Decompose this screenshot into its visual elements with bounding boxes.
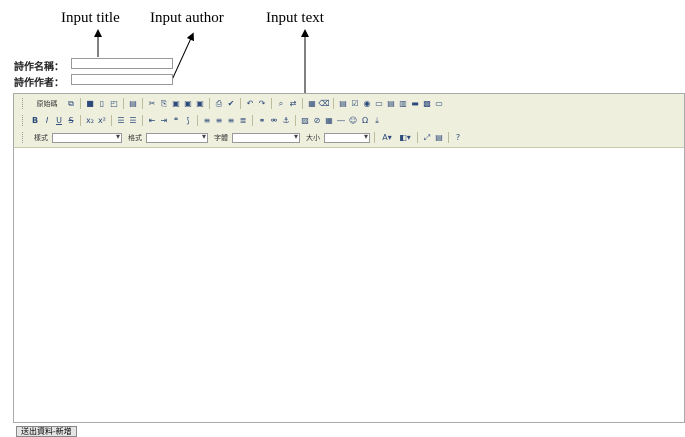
templates-icon[interactable]: ⧉ <box>66 99 76 109</box>
annotation-input-title: Input title <box>61 10 120 26</box>
toolbar-row-3: 樣式 格式 字體 大小 A▾ ◧▾ ⤢ ▤ ? <box>22 130 684 145</box>
link-icon[interactable]: ⚭ <box>257 116 267 126</box>
outdent-icon[interactable]: ⇤ <box>147 116 157 126</box>
align-justify-icon[interactable]: ≣ <box>238 116 248 126</box>
horizontal-rule-icon[interactable]: ― <box>336 116 346 126</box>
rich-text-editor: 原始碼 ⧉ ■ ▯ ◰ ▤ ✂ ⎘ ▣ ▣ ▣ ⎙ ✔ ↶ ↷ ⌕ ⇄ ▦ ⌫ <box>13 93 685 423</box>
annotation-input-author: Input author <box>150 10 224 26</box>
author-label: 詩作作者： <box>14 78 64 89</box>
save-icon[interactable]: ■ <box>85 99 95 109</box>
toolbar-row-1: 原始碼 ⧉ ■ ▯ ◰ ▤ ✂ ⎘ ▣ ▣ ▣ ⎙ ✔ ↶ ↷ ⌕ ⇄ ▦ ⌫ <box>22 96 684 111</box>
new-page-icon[interactable]: ▯ <box>97 99 107 109</box>
replace-icon[interactable]: ⇄ <box>288 99 298 109</box>
size-select[interactable] <box>324 132 370 143</box>
smiley-icon[interactable]: ☺ <box>348 116 358 126</box>
style-select[interactable] <box>52 132 122 143</box>
copy-icon[interactable]: ⎘ <box>159 99 169 109</box>
special-char-icon[interactable]: Ω <box>360 116 370 126</box>
anchor-icon[interactable]: ⚓ <box>281 116 291 126</box>
unlink-icon[interactable]: ⚮ <box>269 116 279 126</box>
annotation-input-text: Input text <box>266 10 324 26</box>
print-icon[interactable]: ⎙ <box>214 99 224 109</box>
submit-button[interactable]: 送出資料-新增 <box>16 426 77 437</box>
cut-icon[interactable]: ✂ <box>147 99 157 109</box>
title-input[interactable] <box>71 58 173 69</box>
find-icon[interactable]: ⌕ <box>276 99 286 109</box>
div-icon[interactable]: ⟆ <box>183 116 193 126</box>
flash-icon[interactable]: ⊘ <box>312 116 322 126</box>
superscript-icon[interactable]: x² <box>97 116 107 126</box>
button-field-icon[interactable]: ▬ <box>410 99 420 109</box>
blockquote-icon[interactable]: ❝ <box>171 116 181 126</box>
author-input[interactable] <box>71 74 173 85</box>
editor-text-area[interactable] <box>14 148 684 422</box>
document-icon[interactable]: ▤ <box>128 99 138 109</box>
paste-word-icon[interactable]: ▣ <box>195 99 205 109</box>
radio-icon[interactable]: ◉ <box>362 99 372 109</box>
subscript-icon[interactable]: x₂ <box>85 116 95 126</box>
select-field-icon[interactable]: ▥ <box>398 99 408 109</box>
remove-format-icon[interactable]: ⌫ <box>318 99 329 109</box>
checkbox-icon[interactable]: ☑ <box>350 99 360 109</box>
about-icon[interactable]: ? <box>453 133 463 143</box>
toolbar-grip <box>22 98 26 109</box>
image-button-icon[interactable]: ▩ <box>422 99 432 109</box>
undo-icon[interactable]: ↶ <box>245 99 255 109</box>
paste-text-icon[interactable]: ▣ <box>183 99 193 109</box>
title-label: 詩作名稱： <box>14 62 64 73</box>
hidden-field-icon[interactable]: ▭ <box>434 99 444 109</box>
align-center-icon[interactable]: ≡ <box>214 116 224 126</box>
preview-icon[interactable]: ◰ <box>109 99 119 109</box>
arrow-to-author <box>170 32 194 83</box>
textarea-icon[interactable]: ▤ <box>386 99 396 109</box>
bold-icon[interactable]: B <box>30 116 40 126</box>
spellcheck-icon[interactable]: ✔ <box>226 99 236 109</box>
image-icon[interactable]: ▨ <box>300 116 310 126</box>
source-button[interactable]: 原始碼 <box>30 99 64 109</box>
bg-color-icon[interactable]: ◧▾ <box>397 133 413 143</box>
italic-icon[interactable]: I <box>42 116 52 126</box>
underline-icon[interactable]: U <box>54 116 64 126</box>
align-left-icon[interactable]: ≡ <box>202 116 212 126</box>
format-select[interactable] <box>146 132 208 143</box>
show-blocks-icon[interactable]: ▤ <box>434 133 444 143</box>
align-right-icon[interactable]: ≡ <box>226 116 236 126</box>
size-label: 大小 <box>306 134 320 142</box>
page-break-icon[interactable]: ⤓ <box>372 116 382 126</box>
font-label: 字體 <box>214 134 228 142</box>
numbered-list-icon[interactable]: ☰ <box>116 116 126 126</box>
indent-icon[interactable]: ⇥ <box>159 116 169 126</box>
text-color-icon[interactable]: A▾ <box>379 133 395 143</box>
textfield-icon[interactable]: ▭ <box>374 99 384 109</box>
font-select[interactable] <box>232 132 300 143</box>
strike-icon[interactable]: S <box>66 116 76 126</box>
maximize-icon[interactable]: ⤢ <box>422 133 432 143</box>
table-icon[interactable]: ▦ <box>324 116 334 126</box>
form-icon[interactable]: ▤ <box>338 99 348 109</box>
editor-toolbar: 原始碼 ⧉ ■ ▯ ◰ ▤ ✂ ⎘ ▣ ▣ ▣ ⎙ ✔ ↶ ↷ ⌕ ⇄ ▦ ⌫ <box>14 94 684 148</box>
toolbar-row-2: B I U S x₂ x² ☰ ☰ ⇤ ⇥ ❝ ⟆ ≡ ≡ ≡ ≣ ⚭ ⚮ ⚓ … <box>22 113 684 128</box>
style-label: 樣式 <box>34 134 48 142</box>
redo-icon[interactable]: ↷ <box>257 99 267 109</box>
format-label: 格式 <box>128 134 142 142</box>
select-all-icon[interactable]: ▦ <box>307 99 317 109</box>
paste-icon[interactable]: ▣ <box>171 99 181 109</box>
bulleted-list-icon[interactable]: ☰ <box>128 116 138 126</box>
